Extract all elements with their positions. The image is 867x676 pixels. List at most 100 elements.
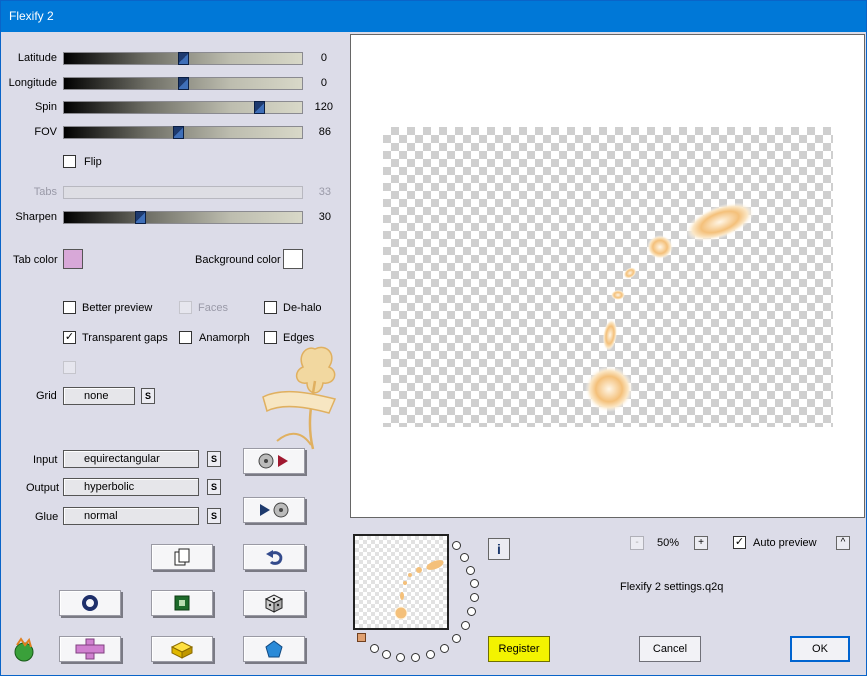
spin-label: Spin (34, 101, 57, 113)
flip-label: Flip (84, 156, 102, 168)
undo-button[interactable] (243, 544, 305, 570)
better-preview-checkbox[interactable] (63, 301, 76, 314)
orbit-dot[interactable] (452, 634, 461, 643)
transparent-gaps-label: Transparent gaps (82, 332, 168, 344)
zoom-out-button: - (630, 536, 644, 550)
preview-image (585, 202, 755, 412)
random-button[interactable] (243, 590, 305, 616)
preview-area[interactable] (350, 34, 865, 518)
grid-s-button[interactable]: S (141, 388, 155, 404)
check-icon: ✓ (734, 536, 745, 548)
spin-slider[interactable] (63, 101, 303, 114)
tabs-value: 33 (318, 186, 331, 198)
extra-checkbox (63, 361, 76, 374)
faces-checkbox (179, 301, 192, 314)
register-button[interactable]: Register (488, 636, 550, 662)
orbit-dot[interactable] (470, 593, 479, 602)
glue-s-button[interactable]: S (207, 508, 221, 524)
grid-select[interactable]: none (63, 387, 135, 405)
orbit-dot[interactable] (452, 541, 461, 550)
orbit-dot[interactable] (440, 644, 449, 653)
block-button[interactable] (151, 636, 213, 662)
zoom-in-button[interactable]: + (694, 536, 708, 550)
glue-label: Glue (35, 511, 59, 523)
output-select[interactable]: hyperbolic (63, 478, 199, 496)
ring-button[interactable] (59, 590, 121, 616)
dehalo-label: De-halo (283, 302, 322, 314)
latitude-slider-thumb[interactable] (178, 52, 189, 65)
navigator-thumbnail-image (394, 560, 444, 620)
longitude-slider[interactable] (63, 77, 303, 90)
longitude-label: Longitude (8, 77, 57, 89)
grid-label: Grid (36, 390, 57, 402)
fov-slider-thumb[interactable] (173, 126, 185, 139)
fov-label: FOV (34, 126, 57, 138)
collapse-caret-button[interactable]: ^ (836, 536, 850, 550)
tab-color-swatch[interactable] (63, 249, 83, 269)
app-logo-icon (14, 637, 34, 662)
settings-filename: Flexify 2 settings.q2q (620, 581, 724, 593)
spin-value: 120 (314, 101, 333, 113)
input-s-button[interactable]: S (207, 451, 221, 467)
gem-button[interactable] (243, 636, 305, 662)
orbit-dot[interactable] (461, 621, 470, 630)
anamorph-label: Anamorph (199, 332, 250, 344)
background-color-swatch[interactable] (283, 249, 303, 269)
longitude-slider-thumb[interactable] (178, 77, 189, 90)
output-s-button[interactable]: S (207, 479, 221, 495)
cancel-button[interactable]: Cancel (639, 636, 701, 662)
output-label: Output (26, 482, 60, 494)
disc-play-icon (258, 453, 288, 469)
glue-select[interactable]: normal (63, 507, 199, 525)
navigator-thumbnail[interactable] (353, 534, 449, 630)
anamorph-checkbox[interactable] (179, 331, 192, 344)
swap-input-button[interactable] (243, 448, 305, 474)
orbit-dot[interactable] (466, 566, 475, 575)
info-button[interactable]: i (488, 538, 510, 560)
sharpen-slider-thumb[interactable] (135, 211, 147, 224)
sharpen-slider[interactable] (63, 211, 303, 224)
sharpen-value: 30 (318, 211, 331, 223)
longitude-value: 0 (320, 77, 327, 89)
input-label: Input (33, 454, 58, 466)
dehalo-checkbox[interactable] (264, 301, 277, 314)
ok-button[interactable]: OK (790, 636, 850, 662)
orbit-dot[interactable] (396, 653, 405, 662)
copy-button[interactable] (151, 544, 213, 570)
square-button[interactable] (151, 590, 213, 616)
orbit-dot[interactable] (470, 579, 479, 588)
tabs-label: Tabs (33, 186, 57, 198)
tabs-slider (63, 186, 303, 199)
orbit-dot[interactable] (426, 650, 435, 659)
input-select[interactable]: equirectangular (63, 450, 199, 468)
latitude-slider[interactable] (63, 52, 303, 65)
auto-preview-checkbox[interactable]: ✓ (733, 536, 746, 549)
navigator-anchor[interactable] (357, 633, 366, 642)
background-color-label: Background color (195, 254, 281, 266)
undo-icon (266, 550, 283, 565)
purple-cross-icon (75, 638, 105, 660)
square-icon (174, 595, 190, 611)
plus-tile-button[interactable] (59, 636, 121, 662)
flexify-dialog: Flexify 2 Latitude 0 Longitude 0 Spin 12… (0, 0, 867, 676)
orbit-dot[interactable] (460, 553, 469, 562)
latitude-value: 0 (320, 52, 327, 64)
swap-output-button[interactable] (243, 497, 305, 523)
orbit-dot[interactable] (411, 653, 420, 662)
fov-slider[interactable] (63, 126, 303, 139)
sharpen-label: Sharpen (15, 211, 57, 223)
title-bar: Flexify 2 (1, 1, 866, 32)
play-disc-icon (260, 502, 289, 518)
ring-icon (82, 595, 98, 611)
transparent-gaps-checkbox[interactable]: ✓ (63, 331, 76, 344)
check-icon: ✓ (64, 331, 75, 343)
orbit-dot[interactable] (467, 607, 476, 616)
orbit-dot[interactable] (370, 644, 379, 653)
fov-value: 86 (318, 126, 331, 138)
faces-label: Faces (198, 302, 228, 314)
latitude-label: Latitude (17, 52, 57, 64)
orbit-dot[interactable] (382, 650, 391, 659)
flip-checkbox[interactable] (63, 155, 76, 168)
dice-icon (264, 594, 284, 613)
spin-slider-thumb[interactable] (254, 101, 266, 114)
